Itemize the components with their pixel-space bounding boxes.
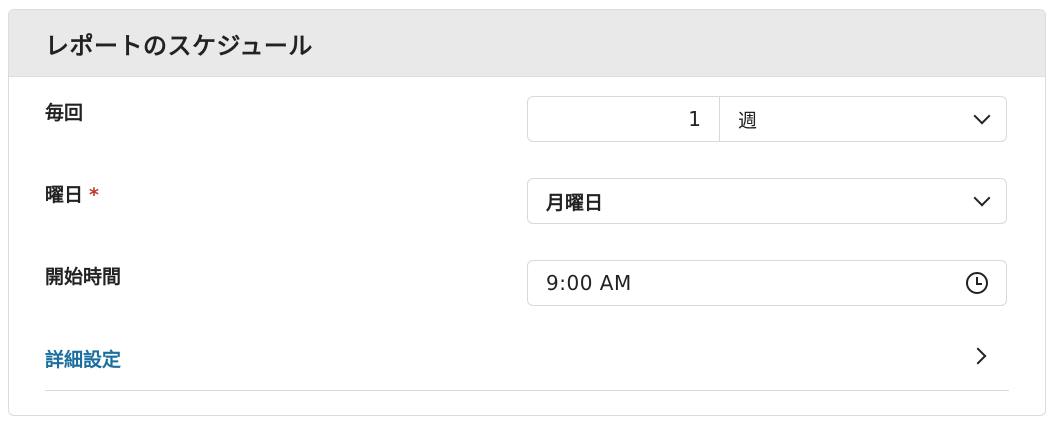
frequency-count-value: 1 (688, 107, 701, 131)
weekday-select-inner: 月曜日 (528, 179, 1006, 223)
chevron-right-icon[interactable] (969, 347, 987, 365)
weekday-select[interactable]: 月曜日 (527, 178, 1007, 224)
chevron-down-icon (973, 189, 991, 207)
divider (45, 390, 1009, 391)
frequency-field: 1 週 (527, 96, 1007, 142)
required-mark: * (89, 184, 99, 206)
frequency-unit-value: 週 (738, 109, 758, 132)
weekday-label-text: 曜日 (45, 184, 84, 206)
start-time-input[interactable]: 9:00 AM (527, 260, 1007, 306)
advanced-settings-link[interactable]: 詳細設定 (45, 345, 121, 372)
frequency-label: 毎回 (45, 102, 84, 124)
start-time-inner: 9:00 AM (528, 261, 1006, 305)
start-time-value: 9:00 AM (546, 271, 632, 295)
clock-icon[interactable] (966, 272, 988, 294)
card-header: レポートのスケジュール (9, 10, 1045, 77)
frequency-unit-select[interactable]: 週 (720, 97, 1006, 141)
schedule-card: レポートのスケジュール 毎回 1 週 曜日 * 月曜日 開始時間 9:00 AM … (8, 9, 1046, 416)
chevron-down-icon (973, 107, 991, 125)
frequency-count-input[interactable]: 1 (528, 97, 720, 141)
weekday-value: 月曜日 (546, 191, 604, 214)
start-time-label: 開始時間 (45, 266, 122, 288)
weekday-label: 曜日 * (45, 180, 99, 207)
page-title: レポートのスケジュール (45, 31, 313, 60)
